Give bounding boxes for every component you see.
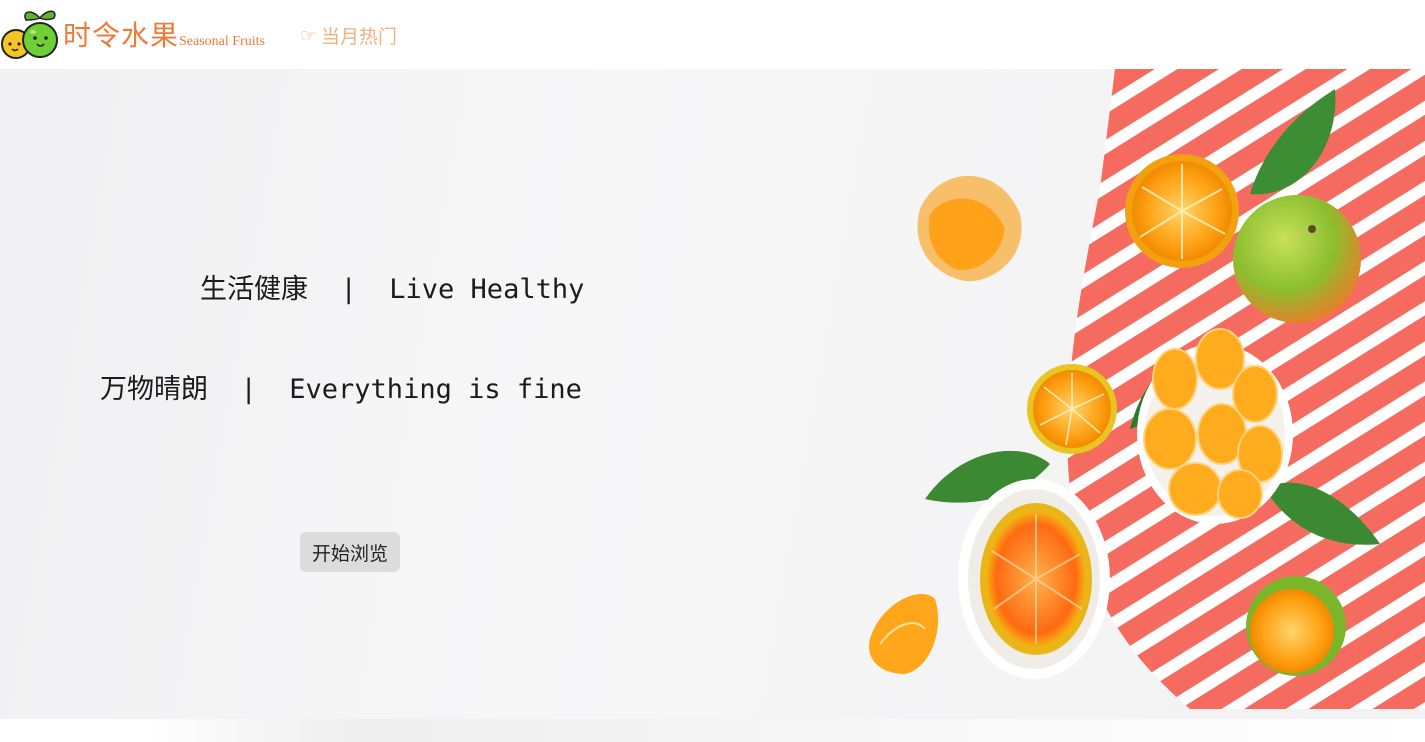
slogan-live-healthy: 生活健康 | Live Healthy bbox=[200, 274, 585, 305]
hero-banner: 生活健康 | Live Healthy 万物晴朗 | Everything is… bbox=[0, 69, 1425, 719]
monthly-hot-link[interactable]: ☞ 当月热门 bbox=[300, 22, 397, 49]
fruit-logo-icon[interactable] bbox=[0, 6, 60, 62]
page-bottom-edge bbox=[0, 719, 1425, 742]
pointing-hand-icon: ☞ bbox=[300, 24, 318, 47]
slogan-everything-fine: 万物晴朗 | Everything is fine bbox=[100, 374, 582, 405]
brand-name-cn: 时令水果 bbox=[63, 19, 180, 52]
top-nav: 时令水果 Seasonal Fruits ☞ 当月热门 bbox=[0, 0, 1425, 69]
brand-title[interactable]: 时令水果 Seasonal Fruits bbox=[63, 14, 265, 54]
monthly-hot-label: 当月热门 bbox=[321, 26, 398, 48]
brand-name-en: Seasonal Fruits bbox=[179, 34, 265, 49]
start-browsing-button[interactable]: 开始浏览 bbox=[300, 532, 400, 572]
